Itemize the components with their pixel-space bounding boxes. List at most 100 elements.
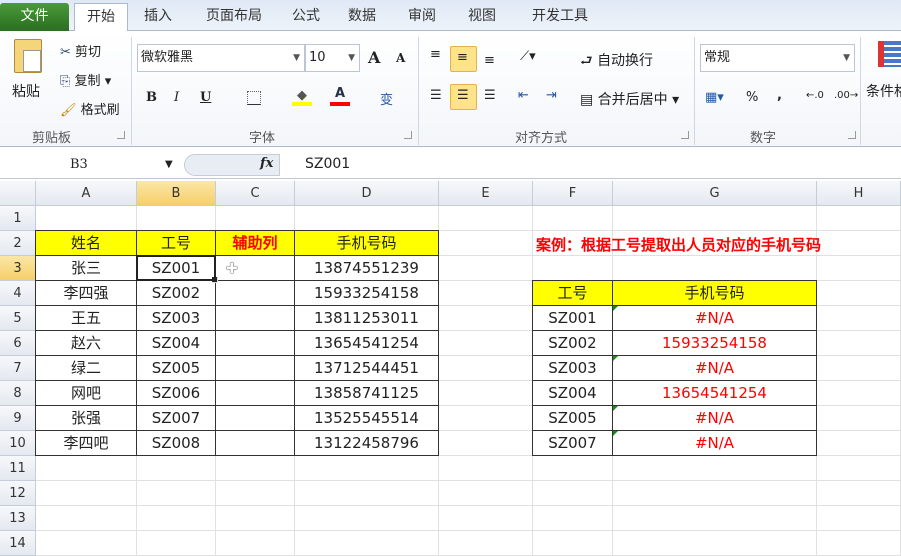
table1-cell[interactable]: 13654541254 bbox=[294, 330, 439, 356]
font-color-icon[interactable]: A bbox=[330, 86, 350, 106]
cell[interactable] bbox=[817, 356, 901, 381]
cell[interactable] bbox=[295, 206, 439, 231]
row-header-9[interactable]: 9 bbox=[0, 406, 36, 431]
cell[interactable] bbox=[439, 406, 533, 431]
cell[interactable] bbox=[439, 331, 533, 356]
tab-3[interactable]: 页面布局 bbox=[190, 3, 278, 31]
cell[interactable] bbox=[613, 456, 817, 481]
conditional-format-button[interactable]: 条件格 bbox=[866, 81, 901, 101]
cell[interactable] bbox=[817, 206, 901, 231]
table1-cell[interactable]: 13858741125 bbox=[294, 380, 439, 406]
table1-cell[interactable] bbox=[215, 405, 295, 431]
table1-cell[interactable]: 13874551239 bbox=[294, 255, 439, 281]
cell[interactable] bbox=[533, 456, 613, 481]
font-launcher-icon[interactable] bbox=[404, 131, 412, 139]
cell[interactable] bbox=[216, 506, 295, 531]
underline-button[interactable]: U bbox=[200, 90, 211, 105]
cell[interactable] bbox=[817, 481, 901, 506]
cell[interactable] bbox=[533, 256, 613, 281]
cell[interactable] bbox=[439, 306, 533, 331]
cell[interactable] bbox=[216, 531, 295, 556]
row-header-5[interactable]: 5 bbox=[0, 306, 36, 331]
table2-cell[interactable]: SZ004 bbox=[532, 380, 613, 406]
cell[interactable] bbox=[295, 456, 439, 481]
number-format-select[interactable]: 常规 ▼ bbox=[700, 44, 855, 72]
increase-indent-icon[interactable]: ⇥ bbox=[546, 88, 557, 103]
table1-cell[interactable]: SZ003 bbox=[136, 305, 216, 331]
bold-button[interactable]: B bbox=[146, 90, 157, 105]
formula-input[interactable]: SZ001 bbox=[305, 156, 350, 172]
cell[interactable] bbox=[137, 456, 216, 481]
cell[interactable] bbox=[216, 481, 295, 506]
cell[interactable] bbox=[439, 531, 533, 556]
cell[interactable] bbox=[439, 506, 533, 531]
table1-cell[interactable] bbox=[215, 430, 295, 456]
percent-button[interactable]: % bbox=[746, 90, 758, 105]
cell[interactable] bbox=[439, 481, 533, 506]
table1-cell[interactable] bbox=[215, 380, 295, 406]
cell[interactable] bbox=[817, 456, 901, 481]
currency-icon[interactable]: ▦▾ bbox=[705, 90, 724, 105]
orientation-icon[interactable]: ⟋▾ bbox=[520, 49, 536, 64]
cell[interactable] bbox=[439, 256, 533, 281]
name-box[interactable]: B3 ▼ bbox=[0, 153, 180, 177]
table1-header[interactable]: 姓名 bbox=[35, 230, 137, 256]
row-header-14[interactable]: 14 bbox=[0, 531, 36, 556]
table2-cell[interactable]: #N/A bbox=[612, 405, 817, 431]
italic-button[interactable]: I bbox=[174, 90, 179, 105]
table2-cell[interactable]: SZ007 bbox=[532, 430, 613, 456]
cell[interactable] bbox=[817, 506, 901, 531]
paste-icon[interactable] bbox=[14, 39, 42, 73]
cell[interactable] bbox=[295, 481, 439, 506]
format-painter-button[interactable]: 🖌 格式刷 bbox=[60, 99, 120, 118]
table1-cell[interactable]: SZ002 bbox=[136, 280, 216, 306]
tab-4[interactable]: 公式 bbox=[282, 3, 330, 31]
table2-cell[interactable]: 15933254158 bbox=[612, 330, 817, 356]
column-header-B[interactable]: B bbox=[137, 181, 216, 206]
cell[interactable] bbox=[613, 481, 817, 506]
table1-cell[interactable]: 李四强 bbox=[35, 280, 137, 306]
cell[interactable] bbox=[533, 506, 613, 531]
table2-cell[interactable]: #N/A bbox=[612, 355, 817, 381]
table1-cell[interactable]: 王五 bbox=[35, 305, 137, 331]
cell[interactable] bbox=[439, 456, 533, 481]
table1-cell[interactable]: 赵六 bbox=[35, 330, 137, 356]
table1-header[interactable]: 工号 bbox=[136, 230, 216, 256]
table1-cell[interactable]: SZ006 bbox=[136, 380, 216, 406]
column-header-D[interactable]: D bbox=[295, 181, 439, 206]
align-top-icon[interactable]: ≡ bbox=[430, 47, 441, 62]
cell[interactable] bbox=[817, 431, 901, 456]
merge-center-button[interactable]: ▤ 合并后居中 ▾ bbox=[580, 89, 679, 109]
cell[interactable] bbox=[295, 506, 439, 531]
column-header-G[interactable]: G bbox=[613, 181, 817, 206]
paste-button[interactable]: 粘贴 bbox=[12, 81, 40, 101]
row-header-7[interactable]: 7 bbox=[0, 356, 36, 381]
decrease-indent-icon[interactable]: ⇤ bbox=[518, 88, 529, 103]
row-header-13[interactable]: 13 bbox=[0, 506, 36, 531]
fill-handle[interactable] bbox=[212, 277, 218, 283]
cell[interactable] bbox=[36, 506, 137, 531]
table2-cell[interactable]: SZ001 bbox=[532, 305, 613, 331]
row-header-4[interactable]: 4 bbox=[0, 281, 36, 306]
cell[interactable] bbox=[295, 531, 439, 556]
column-header-E[interactable]: E bbox=[439, 181, 533, 206]
table2-header[interactable]: 工号 bbox=[532, 280, 613, 306]
cell[interactable] bbox=[817, 256, 901, 281]
tab-7[interactable]: 视图 bbox=[454, 3, 510, 31]
cell[interactable] bbox=[817, 306, 901, 331]
cell[interactable] bbox=[36, 206, 137, 231]
table1-cell[interactable] bbox=[215, 330, 295, 356]
border-icon[interactable] bbox=[247, 91, 261, 105]
table1-cell[interactable]: 15933254158 bbox=[294, 280, 439, 306]
font-size-select[interactable]: 10 ▼ bbox=[305, 44, 360, 72]
cell[interactable] bbox=[533, 481, 613, 506]
cell[interactable] bbox=[439, 281, 533, 306]
grow-font-button[interactable]: A bbox=[368, 48, 380, 67]
cell[interactable] bbox=[439, 356, 533, 381]
copy-button[interactable]: ⎘ 复制 ▾ bbox=[60, 70, 111, 89]
table1-cell[interactable]: SZ008 bbox=[136, 430, 216, 456]
cell[interactable] bbox=[439, 381, 533, 406]
row-header-12[interactable]: 12 bbox=[0, 481, 36, 506]
table1-cell[interactable]: SZ007 bbox=[136, 405, 216, 431]
column-header-F[interactable]: F bbox=[533, 181, 613, 206]
